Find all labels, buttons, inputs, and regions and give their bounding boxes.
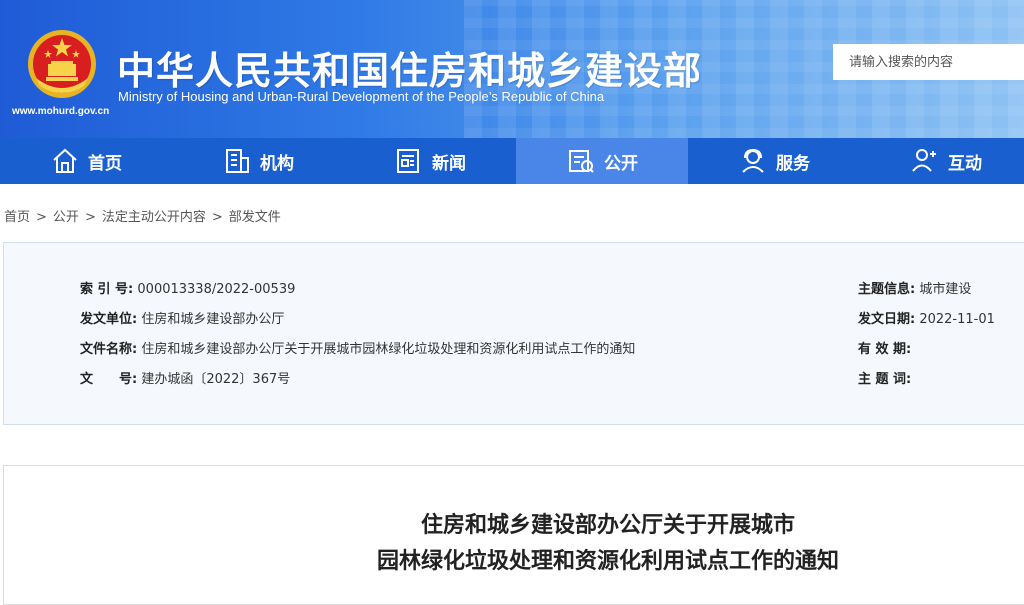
site-header: www.mohurd.gov.cn 中华人民共和国住房和城乡建设部 Minist… <box>0 0 1024 138</box>
site-title[interactable]: 中华人民共和国住房和城乡建设部 <box>117 40 702 95</box>
service-icon <box>742 148 764 173</box>
interaction-icon <box>912 149 936 172</box>
breadcrumb-item-legal-content[interactable]: 法定主动公开内容 <box>102 210 206 225</box>
site-subtitle: Ministry of Housing and Urban-Rural Deve… <box>118 89 605 104</box>
nav-item-label: 新闻 <box>432 153 466 174</box>
nav-item-news[interactable]: 新闻 <box>344 138 516 184</box>
nav-item-label: 机构 <box>260 153 294 174</box>
document-title: 住房和城乡建设部办公厅关于开展城市 园林绿化垃圾处理和资源化利用试点工作的通知 <box>4 508 1024 580</box>
nav-item-label: 服务 <box>776 153 810 174</box>
breadcrumb-item-open[interactable]: 公开 <box>53 210 79 225</box>
building-icon <box>226 149 249 173</box>
meta-date: 发文日期: 2022-11-01 <box>858 312 995 327</box>
nav-item-service[interactable]: 服务 <box>688 138 860 184</box>
home-icon <box>53 148 77 173</box>
site-url[interactable]: www.mohurd.gov.cn <box>12 106 109 117</box>
meta-topic: 主题信息: 城市建设 <box>858 282 972 297</box>
nav-item-organization[interactable]: 机构 <box>172 138 344 184</box>
meta-issuer: 发文单位: 住房和城乡建设部办公厅 <box>80 312 285 327</box>
meta-index: 索 引 号: 000013338/2022-00539 <box>80 282 296 297</box>
nav-item-open-info[interactable]: 公开 <box>516 138 688 184</box>
nav-item-interaction[interactable]: 互动 <box>860 138 1024 184</box>
document-title-line2: 园林绿化垃圾处理和资源化利用试点工作的通知 <box>376 549 839 574</box>
breadcrumb: 首页 > 公开 > 法定主动公开内容 > 部发文件 <box>4 210 281 225</box>
document-title-line1: 住房和城乡建设部办公厅关于开展城市 <box>420 513 795 538</box>
search-input[interactable] <box>833 44 1024 80</box>
main-nav: 首页 机构 新闻 公开 服务 互动 <box>0 138 1024 184</box>
breadcrumb-item-ministry-docs[interactable]: 部发文件 <box>229 210 281 225</box>
document-body: 住房和城乡建设部办公厅关于开展城市 园林绿化垃圾处理和资源化利用试点工作的通知 <box>3 465 1024 605</box>
meta-doc-number: 文 号: 建办城函〔2022〕367号 <box>80 372 291 387</box>
nav-item-label: 互动 <box>948 153 982 174</box>
nav-item-label: 首页 <box>88 153 122 174</box>
breadcrumb-item-home[interactable]: 首页 <box>4 210 30 225</box>
document-meta-panel: 索 引 号: 000013338/2022-00539 发文单位: 住房和城乡建… <box>3 242 1024 425</box>
meta-filename: 文件名称: 住房和城乡建设部办公厅关于开展城市园林绿化垃圾处理和资源化利用试点工… <box>80 342 636 357</box>
news-icon <box>397 149 419 173</box>
meta-validity: 有 效 期: <box>858 342 912 357</box>
national-emblem-icon <box>28 30 96 98</box>
nav-item-label: 公开 <box>604 153 638 174</box>
open-info-icon <box>569 150 594 173</box>
meta-keywords: 主 题 词: <box>858 372 912 387</box>
nav-item-home[interactable]: 首页 <box>0 138 172 184</box>
